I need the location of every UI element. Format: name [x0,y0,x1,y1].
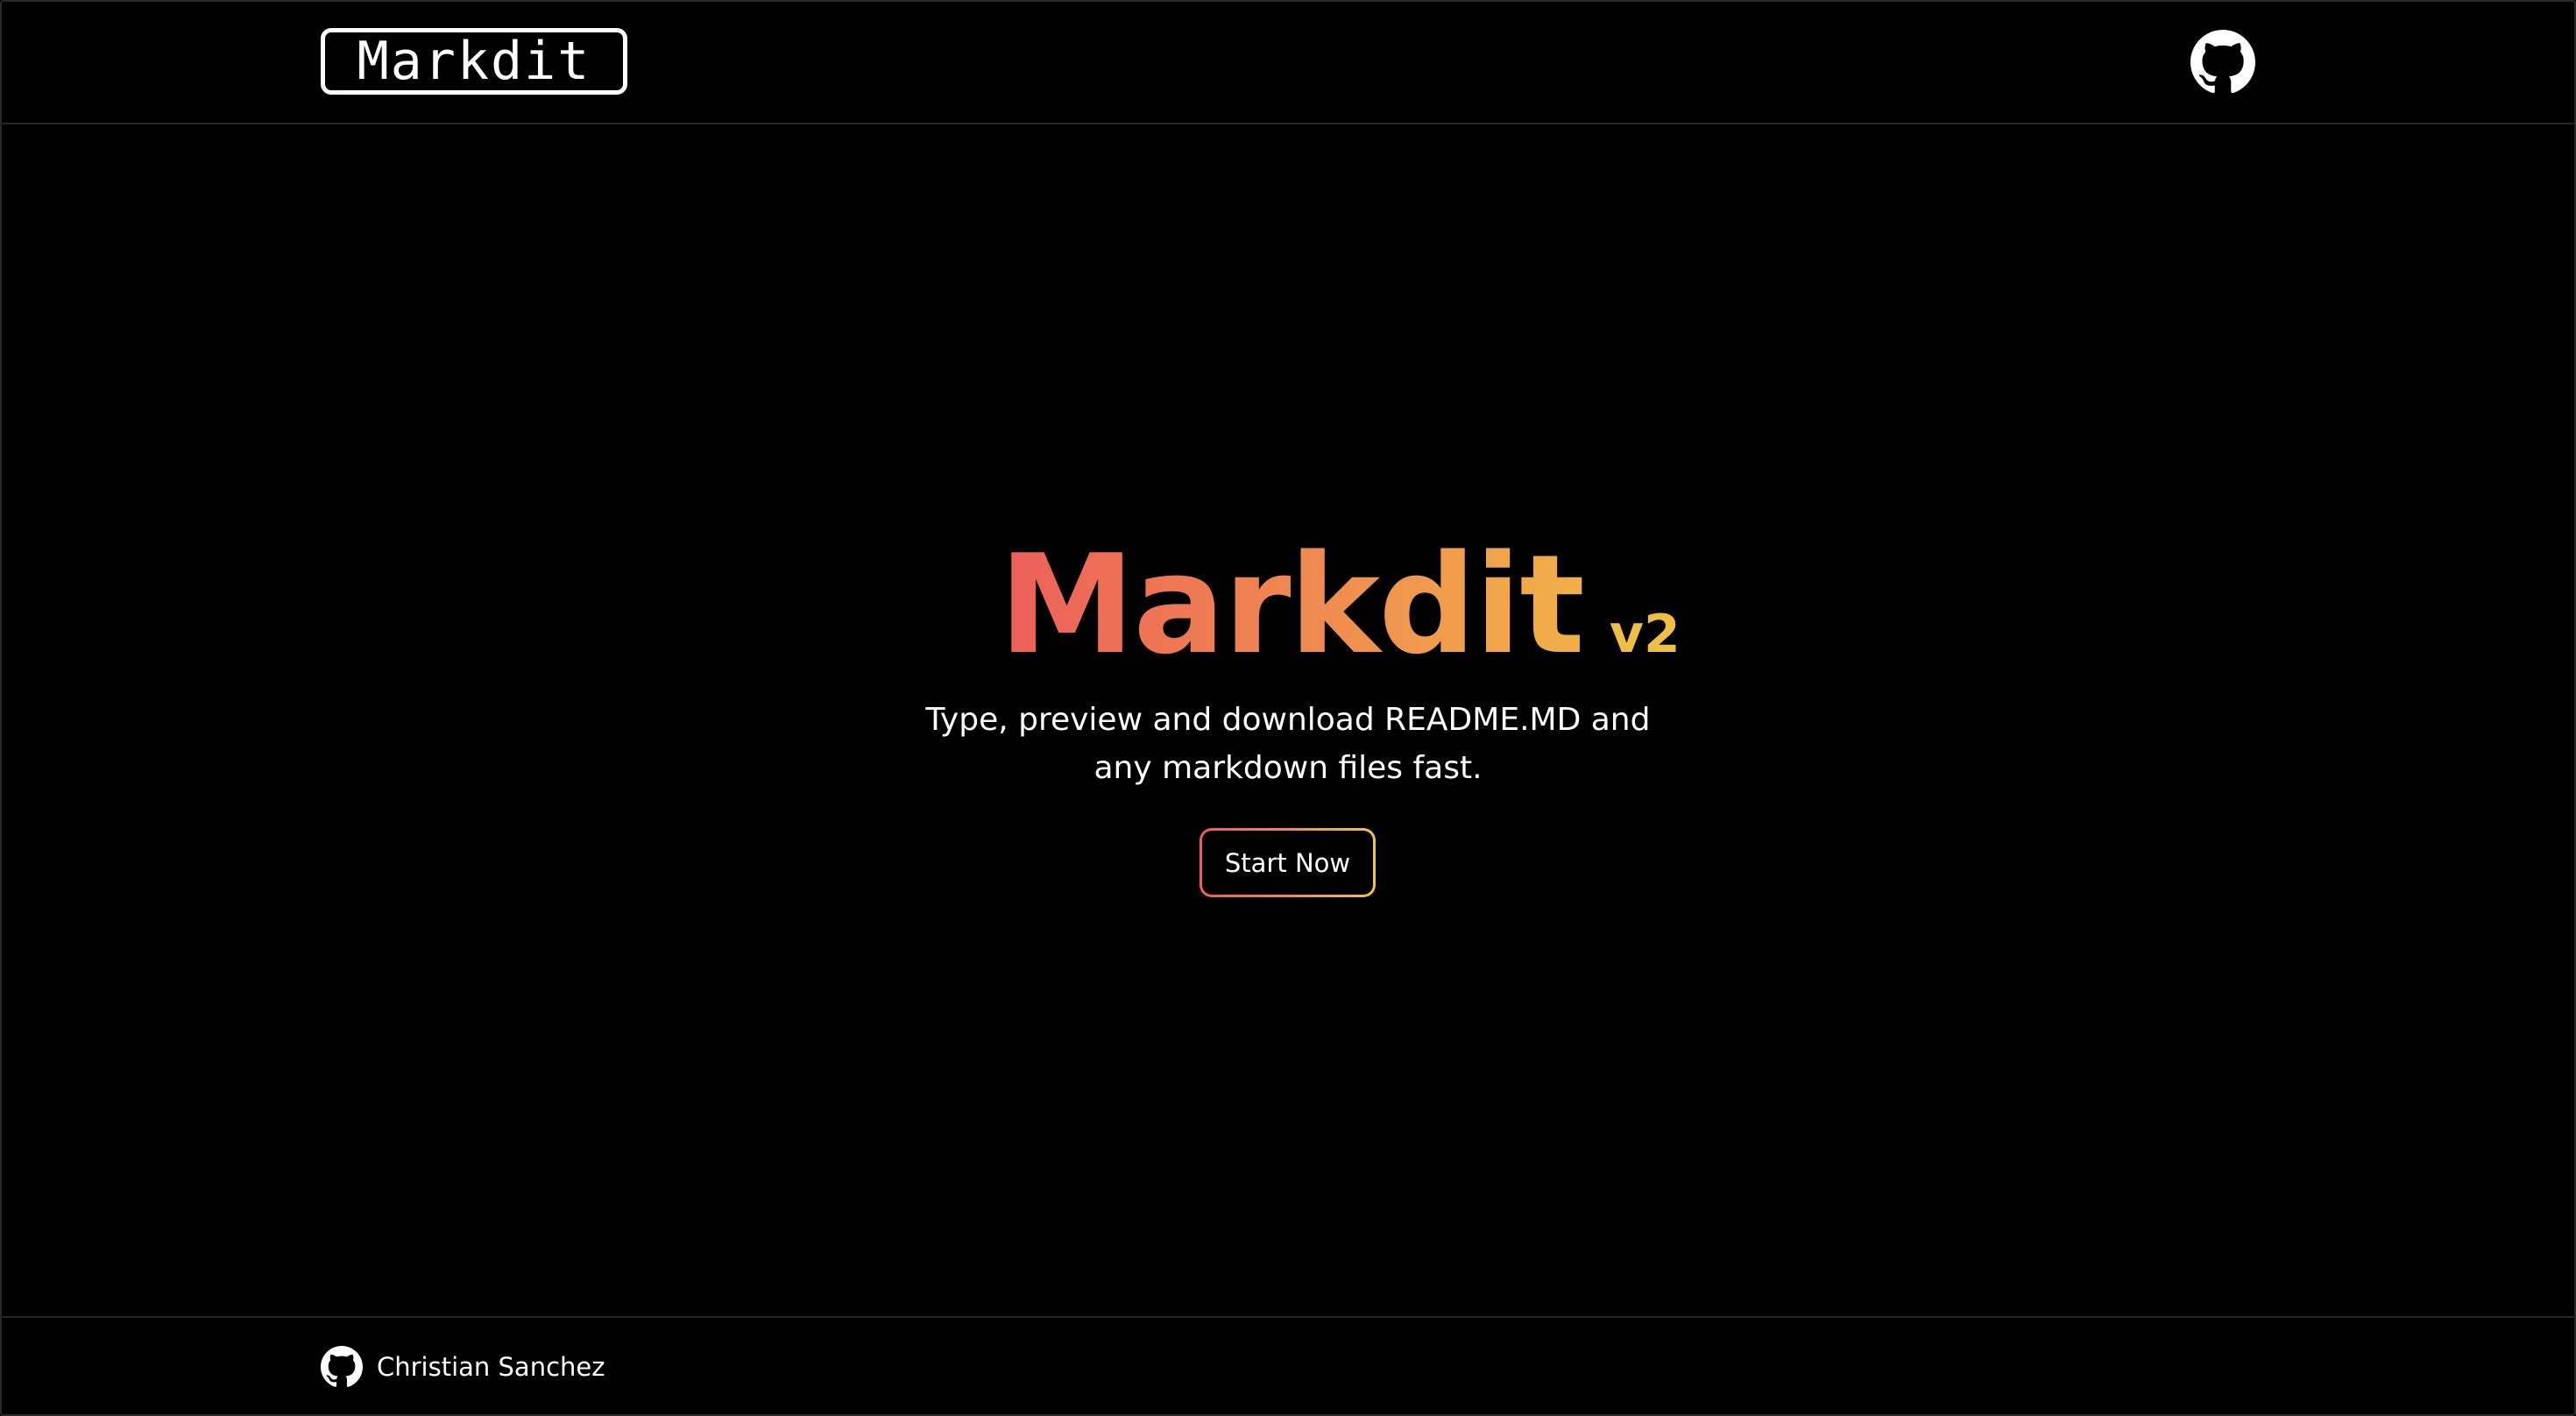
top-navbar: Markdit [0,0,2576,124]
version-badge: v2 [1609,604,1681,665]
hero-title-text: Markdit [999,525,1585,684]
logo-text: Markdit [357,31,591,92]
start-now-button[interactable]: Start Now [1200,828,1376,897]
logo[interactable]: Markdit [321,28,627,95]
hero-section: Markdit v2 Type, preview and download RE… [0,124,2576,1316]
github-icon [321,1346,363,1387]
hero-subtitle: Type, preview and download README.MD and… [925,702,1651,786]
author-name: Christian Sanchez [377,1352,605,1382]
footer: Christian Sanchez [0,1316,2576,1416]
author-github-link[interactable]: Christian Sanchez [321,1346,605,1388]
start-now-button-label: Start Now [1202,831,1373,895]
hero-title: Markdit v2 [999,536,1681,673]
github-icon[interactable] [2190,30,2255,95]
